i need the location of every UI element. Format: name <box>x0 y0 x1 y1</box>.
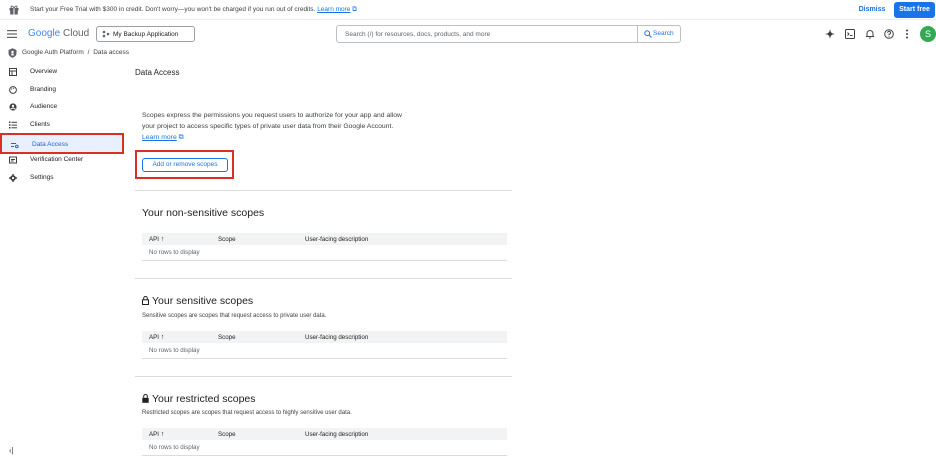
col-api-label: API <box>149 431 159 438</box>
empty-state: No rows to display <box>149 444 200 451</box>
sidebar-item-label: Clients <box>30 121 50 128</box>
col-description: User-facing description <box>305 334 369 341</box>
arrow-up-icon: ↑ <box>160 431 165 438</box>
col-description: User-facing description <box>305 236 369 243</box>
col-api-label: API <box>149 236 159 243</box>
table-header: API ↑ Scope User-facing description <box>142 331 507 343</box>
dismiss-button[interactable]: Dismiss <box>852 2 892 18</box>
auth-platform-icon <box>8 48 17 58</box>
col-api[interactable]: API ↑ <box>149 334 164 341</box>
search-bar[interactable]: Search (/) for resources, docs, products… <box>336 25 681 43</box>
intro-paragraph: Scopes express the permissions you reque… <box>142 112 402 130</box>
verified-icon <box>9 156 17 164</box>
intro-text: Scopes express the permissions you reque… <box>142 110 412 143</box>
sidebar-item-overview[interactable]: Overview <box>0 64 124 80</box>
search-button[interactable]: Search <box>637 26 681 42</box>
menu-icon[interactable] <box>7 30 17 38</box>
section-title-non-sensitive: Your non-sensitive scopes <box>142 207 265 219</box>
notifications-icon[interactable] <box>865 29 875 39</box>
start-free-button[interactable]: Start free <box>894 2 935 18</box>
table-bottom-border <box>142 455 507 456</box>
promo-learn-more-link[interactable]: Learn more <box>317 6 350 13</box>
sidebar-item-branding[interactable]: Branding <box>0 82 124 98</box>
promo-bar: Start your Free Trial with $300 in credi… <box>0 0 936 20</box>
gift-icon <box>9 5 19 15</box>
arrow-up-icon: ↑ <box>160 334 165 341</box>
breadcrumb: Google Auth Platform / Data access <box>22 49 129 56</box>
project-name: My Backup Application <box>113 31 179 38</box>
breadcrumb-parent[interactable]: Google Auth Platform <box>22 49 84 56</box>
add-or-remove-scopes-button[interactable]: Add or remove scopes <box>142 158 228 172</box>
logo-google: Google <box>28 28 61 39</box>
col-scope: Scope <box>218 236 236 243</box>
divider <box>135 376 512 377</box>
learn-more-link[interactable]: Learn more <box>142 134 177 141</box>
palette-icon <box>9 86 17 94</box>
search-input[interactable]: Search (/) for resources, docs, products… <box>345 31 490 38</box>
sidebar-item-label: Overview <box>30 68 58 75</box>
sidebar-item-label: Data Access <box>32 141 69 148</box>
list-icon <box>9 121 17 129</box>
sidebar-item-clients[interactable]: Clients <box>0 117 124 133</box>
table-bottom-border <box>142 358 507 359</box>
divider <box>135 190 512 191</box>
help-icon[interactable] <box>884 29 894 39</box>
section-subtitle-restricted: Restricted scopes are scopes that reques… <box>142 410 352 416</box>
section-title-restricted: Your restricted scopes <box>152 393 256 405</box>
arrow-up-icon: ↑ <box>160 236 165 243</box>
sidebar-item-label: Settings <box>30 174 54 181</box>
sidebar-item-verification-center[interactable]: Verification Center <box>0 152 124 168</box>
gear-icon <box>9 174 17 182</box>
page-title: Data Access <box>135 68 180 77</box>
table-bottom-border <box>142 260 507 261</box>
search-button-label: Search <box>653 30 674 37</box>
empty-state: No rows to display <box>149 249 200 256</box>
sidebar-item-audience[interactable]: Audience <box>0 99 124 115</box>
avatar[interactable]: S <box>920 26 936 42</box>
google-cloud-logo[interactable]: Google Cloud <box>28 28 89 39</box>
person-icon <box>9 103 17 111</box>
col-scope: Scope <box>218 334 236 341</box>
sidebar-item-settings[interactable]: Settings <box>0 170 124 186</box>
section-subtitle-sensitive: Sensitive scopes are scopes that request… <box>142 313 327 319</box>
table-header: API ↑ Scope User-facing description <box>142 428 507 440</box>
col-api[interactable]: API ↑ <box>149 236 164 243</box>
logo-cloud: Cloud <box>63 28 90 39</box>
sidebar-item-label: Audience <box>30 103 58 110</box>
col-api-label: API <box>149 334 159 341</box>
dashboard-icon <box>9 68 17 76</box>
promo-message: Start your Free Trial with $300 in credi… <box>30 6 316 13</box>
sidebar-item-label: Verification Center <box>30 156 84 163</box>
tune-icon <box>11 141 19 149</box>
sidebar-item-label: Branding <box>30 86 57 93</box>
project-icon <box>102 30 110 38</box>
project-selector[interactable]: My Backup Application <box>96 26 195 42</box>
col-description: User-facing description <box>305 431 369 438</box>
col-scope: Scope <box>218 431 236 438</box>
col-api[interactable]: API ↑ <box>149 431 164 438</box>
sidebar-item-data-access[interactable]: Data Access <box>0 133 124 154</box>
more-vert-icon[interactable] <box>905 29 909 39</box>
external-link-icon: ⧉ <box>178 134 184 141</box>
external-link-icon: ⧉ <box>352 6 357 13</box>
lock-open-icon <box>142 296 149 305</box>
empty-state: No rows to display <box>149 347 200 354</box>
collapse-sidebar-icon[interactable]: ‹| <box>9 446 14 455</box>
breadcrumb-current: Data access <box>93 49 130 56</box>
lock-icon <box>142 394 149 403</box>
search-icon <box>644 30 652 38</box>
section-title-sensitive: Your sensitive scopes <box>152 295 254 307</box>
divider <box>135 278 512 279</box>
table-header: API ↑ Scope User-facing description <box>142 233 507 245</box>
breadcrumb-separator: / <box>87 49 90 56</box>
gemini-icon[interactable] <box>825 29 835 39</box>
cloud-shell-icon[interactable] <box>845 29 855 39</box>
promo-text: Start your Free Trial with $300 in credi… <box>30 6 357 14</box>
